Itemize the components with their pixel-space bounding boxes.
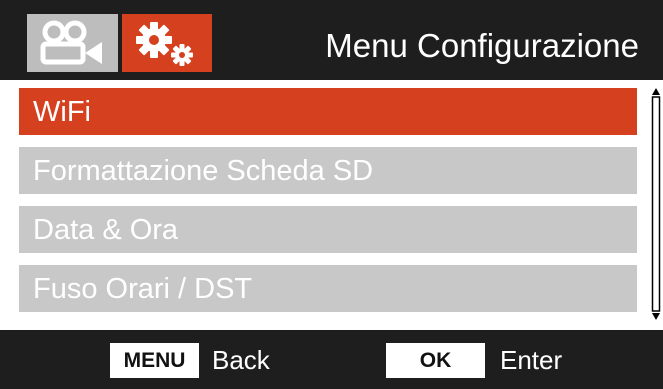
tab-settings[interactable]	[122, 14, 212, 72]
scroll-up-arrow-icon	[652, 88, 660, 95]
footer-bar: MENU Back OK Enter	[0, 330, 663, 389]
gears-icon	[136, 22, 193, 66]
ok-key-badge[interactable]: OK	[386, 343, 485, 378]
tab-video[interactable]	[27, 14, 118, 72]
menu-item-timezone-dst[interactable]: Fuso Orari / DST	[19, 265, 637, 312]
page-title: Menu Configurazione	[325, 27, 639, 64]
menu-item-format-sd[interactable]: Formattazione Scheda SD	[19, 147, 637, 194]
menu-key-badge[interactable]: MENU	[110, 343, 199, 378]
menu-item-wifi[interactable]: WiFi	[19, 88, 637, 135]
enter-label: Enter	[500, 345, 563, 375]
settings-menu: WiFi Formattazione Scheda SD Data & Ora …	[0, 80, 663, 330]
menu-item-date-time[interactable]: Data & Ora	[19, 206, 637, 253]
back-label: Back	[212, 345, 270, 375]
scroll-down-arrow-icon	[652, 313, 660, 320]
scrollbar-track	[651, 96, 661, 312]
scrollbar[interactable]	[651, 88, 661, 320]
dashcam-screen: Menu Configurazione WiFi Formattazione S…	[0, 0, 663, 389]
header-bar: Menu Configurazione	[0, 0, 663, 80]
video-camera-icon	[40, 20, 102, 65]
